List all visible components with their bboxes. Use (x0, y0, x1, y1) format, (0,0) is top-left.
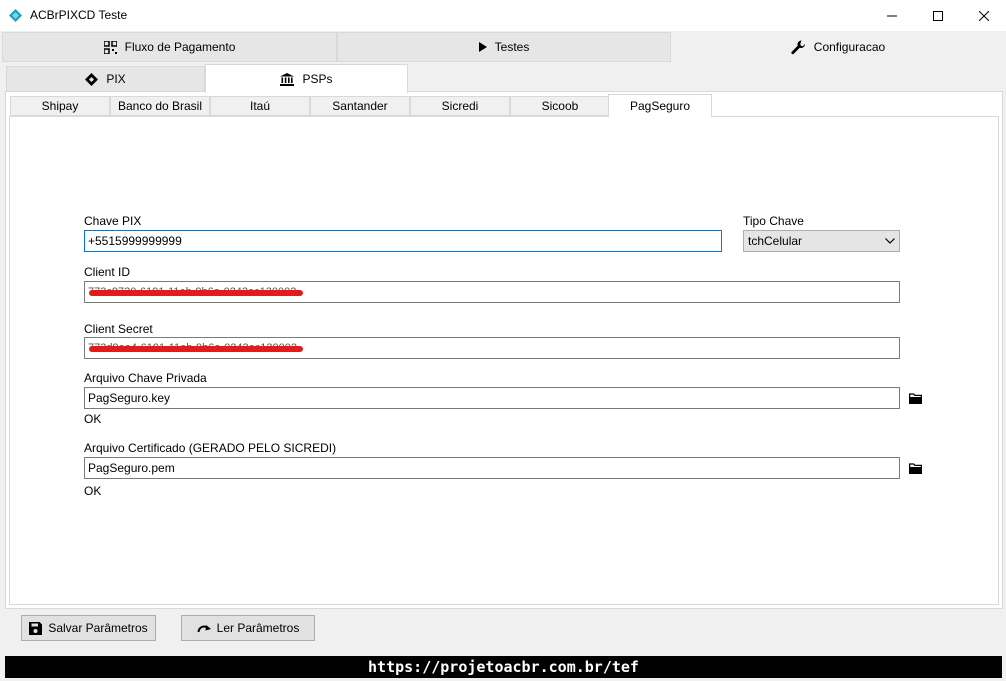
arquivo-cert-label: Arquivo Certificado (GERADO PELO SICREDI… (84, 441, 337, 455)
window-title: ACBrPIXCD Teste (30, 8, 128, 22)
minimize-icon (887, 15, 897, 16)
tab-configuracao[interactable]: Configuracao (671, 32, 1005, 62)
footer-link[interactable]: https://projetoacbr.com.br/tef (5, 656, 1002, 678)
tipo-chave-label: Tipo Chave (743, 214, 804, 228)
play-icon (478, 42, 487, 52)
minimize-button[interactable] (869, 0, 915, 31)
maximize-button[interactable] (915, 0, 961, 31)
tab-shipay[interactable]: Shipay (10, 96, 110, 116)
tab-pix[interactable]: PIX (6, 66, 205, 92)
redaction-mark (89, 346, 303, 352)
close-icon (979, 10, 989, 21)
chave-pix-input[interactable]: +5515999999999 (84, 230, 722, 252)
tab-testes[interactable]: Testes (337, 32, 671, 62)
ler-parametros-button[interactable]: Ler Parâmetros (181, 615, 315, 641)
salvar-parametros-button[interactable]: Salvar Parâmetros (21, 615, 156, 641)
save-icon (29, 621, 43, 635)
tab-label: Fluxo de Pagamento (124, 40, 236, 54)
client-secret-label: Client Secret (84, 322, 153, 336)
chevron-down-icon (885, 238, 895, 244)
arquivo-cert-status: OK (84, 484, 102, 498)
button-label: Ler Parâmetros (216, 621, 300, 635)
client-secret-input[interactable]: 773d9aa4-6191-11eb-9b6a-0242ac130002 (84, 337, 900, 359)
pix-diamond-icon (85, 72, 99, 86)
redaction-mark (89, 290, 303, 296)
tab-pagseguro[interactable]: PagSeguro (608, 94, 712, 117)
tab-label: Testes (494, 40, 530, 54)
client-id-label: Client ID (84, 265, 131, 279)
tab-label: Configuracao (813, 40, 886, 54)
arquivo-chave-input[interactable]: PagSeguro.key (84, 387, 900, 409)
tab-fluxo-pagamento[interactable]: Fluxo de Pagamento (2, 32, 337, 62)
browse-chave-button[interactable] (906, 389, 924, 407)
tab-psps[interactable]: PSPs (205, 64, 408, 93)
folder-icon (908, 462, 922, 474)
tab-itau[interactable]: Itaú (210, 96, 310, 116)
tab-label: PSPs (302, 72, 333, 86)
client-id-input[interactable]: 773c8730-6191-11eb-9b6a-0242ac130002 (84, 281, 900, 303)
tab-santander[interactable]: Santander (310, 96, 410, 116)
tipo-chave-value: tchCelular (748, 234, 803, 248)
folder-icon (908, 392, 922, 404)
tipo-chave-select[interactable]: tchCelular (743, 230, 900, 252)
pagseguro-panel (9, 116, 999, 605)
qr-code-icon (103, 40, 117, 54)
arquivo-chave-label: Arquivo Chave Privada (84, 371, 207, 385)
chave-pix-label: Chave PIX (84, 214, 142, 228)
close-button[interactable] (961, 0, 1006, 31)
browse-cert-button[interactable] (906, 459, 924, 477)
wrench-icon (791, 39, 805, 54)
tab-banco-do-brasil[interactable]: Banco do Brasil (110, 96, 210, 116)
bank-icon (280, 72, 295, 86)
arquivo-cert-input[interactable]: PagSeguro.pem (84, 457, 900, 479)
maximize-icon (933, 10, 943, 21)
redo-icon (197, 625, 211, 633)
diamond-logo-icon (9, 9, 22, 22)
tab-sicredi[interactable]: Sicredi (410, 96, 510, 116)
tab-sicoob[interactable]: Sicoob (510, 96, 610, 116)
tab-label: PIX (106, 72, 126, 86)
title-bar (0, 0, 1006, 31)
button-label: Salvar Parâmetros (48, 621, 148, 635)
arquivo-chave-status: OK (84, 412, 102, 426)
